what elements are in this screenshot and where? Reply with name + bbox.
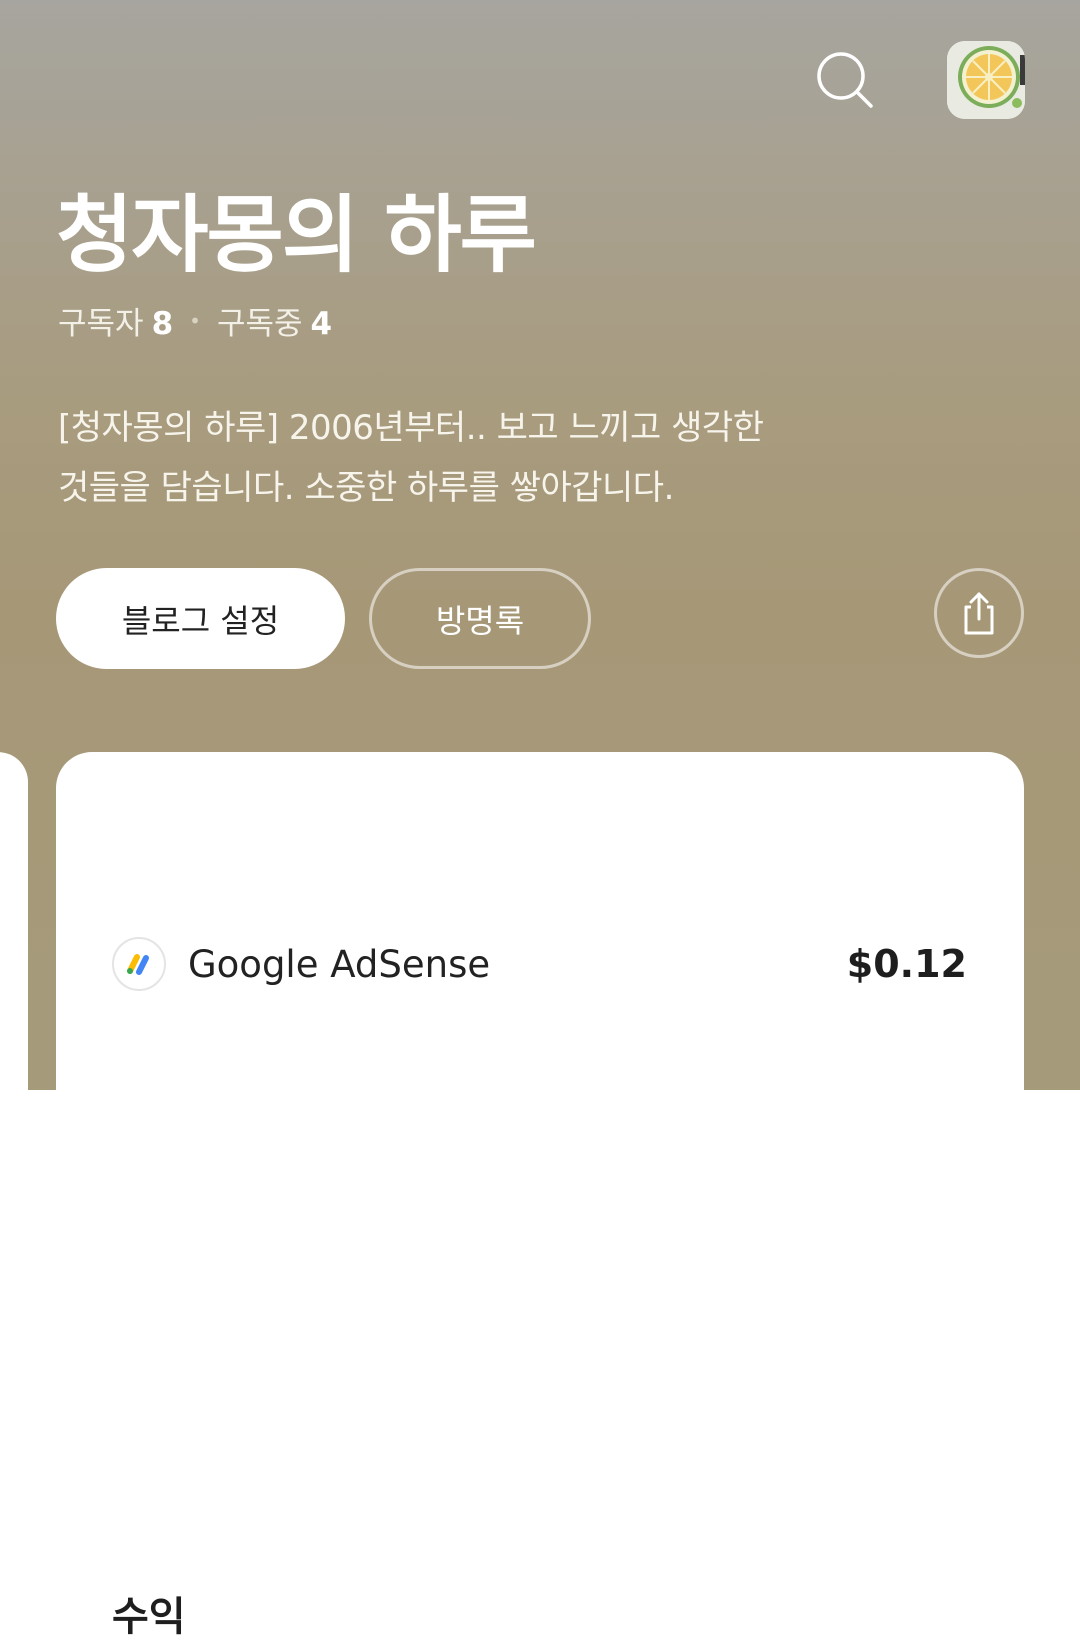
adsense-label: Google AdSense bbox=[188, 942, 491, 986]
description-line-2: 것들을 담습니다. 소중한 하루를 쌓아갑니다. bbox=[58, 468, 674, 508]
blog-description: [청자몽의 하루] 2006년부터.. 보고 느끼고 생각한 것들을 담습니다.… bbox=[58, 398, 848, 518]
guestbook-button[interactable]: 방명록 bbox=[369, 568, 591, 669]
subscribing-count: 4 bbox=[310, 306, 333, 342]
blog-title: 청자몽의 하루 bbox=[56, 186, 537, 284]
profile-avatar[interactable] bbox=[947, 41, 1025, 119]
blog-settings-button[interactable]: 블로그 설정 bbox=[56, 568, 345, 669]
share-button[interactable] bbox=[934, 568, 1024, 658]
revenue-card[interactable]: 수익 bbox=[56, 752, 1024, 1640]
description-line-1: [청자몽의 하루] 2006년부터.. 보고 느끼고 생각한 bbox=[58, 408, 764, 448]
subscribers-link[interactable]: 구독자 8 bbox=[58, 298, 173, 343]
adsense-amount: $0.12 bbox=[846, 942, 967, 986]
search-icon[interactable] bbox=[813, 40, 877, 120]
share-icon bbox=[964, 592, 994, 635]
top-bar bbox=[813, 40, 1025, 120]
separator-dot: • bbox=[189, 308, 201, 333]
revenue-card-title: 수익 bbox=[112, 1594, 186, 1640]
subscribing-label: 구독중 bbox=[216, 306, 303, 342]
page-background bbox=[1024, 1090, 1080, 1238]
subscribing-link[interactable]: 구독중 4 bbox=[217, 298, 332, 343]
previous-card-peek[interactable] bbox=[0, 752, 28, 1252]
subscription-stats: 구독자 8 • 구독중 4 bbox=[58, 298, 332, 343]
adsense-revenue-row[interactable]: Google AdSense $0.12 bbox=[112, 935, 967, 993]
subscribers-count: 8 bbox=[151, 306, 174, 342]
adsense-icon bbox=[112, 937, 166, 991]
subscribers-label: 구독자 bbox=[58, 306, 144, 342]
